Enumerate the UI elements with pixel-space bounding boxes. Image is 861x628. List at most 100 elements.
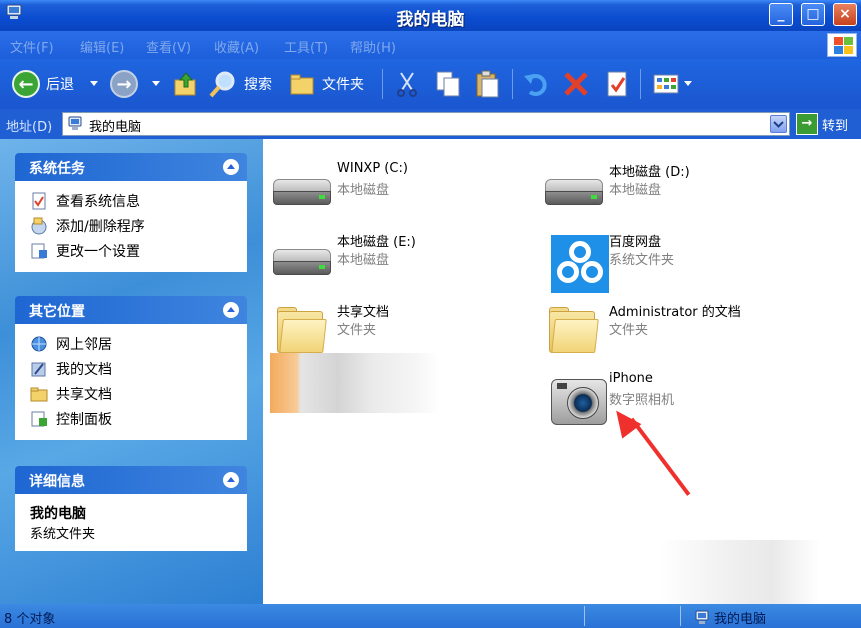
menu-help[interactable]: 帮助(H) [350, 37, 396, 56]
address-input[interactable]: 我的电脑 [62, 112, 790, 136]
details-title: 详细信息 [29, 474, 85, 490]
item-name: 本地磁盘 (E:) [337, 235, 416, 250]
search-icon [209, 71, 235, 98]
task-label: 查看系统信息 [56, 193, 140, 210]
up-folder-button[interactable] [172, 67, 200, 101]
back-button[interactable]: ← 后退 [12, 67, 74, 101]
task-change-setting[interactable]: 更改一个设置 [30, 238, 246, 263]
details-header[interactable]: 详细信息 [15, 466, 247, 494]
iphone-camera[interactable]: iPhone 数字照相机 [538, 367, 798, 431]
toolbar: ← 后退 → 搜索 文件夹 [0, 59, 861, 109]
place-label: 控制面板 [56, 411, 112, 428]
details-panel: 详细信息 我的电脑 系统文件夹 [15, 466, 247, 551]
go-label: 转到 [822, 118, 849, 134]
undo-icon [524, 74, 547, 96]
maximize-button[interactable]: □ [801, 3, 825, 26]
place-network[interactable]: 网上邻居 [30, 331, 246, 356]
collapse-chevron-icon[interactable] [223, 159, 239, 175]
menu-tools[interactable]: 工具(T) [284, 37, 328, 56]
menu-favorites[interactable]: 收藏(A) [214, 37, 259, 56]
forward-arrow-icon: → [110, 70, 138, 98]
item-name: 共享文档 [337, 305, 390, 320]
collapse-chevron-icon[interactable] [223, 472, 239, 488]
toolbar-separator [512, 69, 513, 99]
scissors-icon [397, 72, 417, 97]
folders-button[interactable]: 文件夹 [288, 67, 364, 101]
shared-documents-folder[interactable]: 共享文档 文件夹 [266, 297, 526, 361]
status-divider [584, 606, 585, 626]
details-body: 我的电脑 系统文件夹 [15, 494, 247, 551]
drive-e[interactable]: 本地磁盘 (E:) 本地磁盘 [266, 227, 526, 291]
menu-file[interactable]: 文件(F) [10, 37, 54, 56]
item-name: iPhone [609, 371, 653, 386]
redacted-item [270, 353, 440, 413]
system-tasks-list: 查看系统信息 添加/删除程序 更改一个设置 [15, 181, 247, 272]
item-name: Administrator 的文档 [609, 305, 741, 320]
network-places-icon [31, 336, 47, 351]
administrator-documents-folder[interactable]: Administrator 的文档 文件夹 [538, 297, 798, 361]
forward-history-dropdown-icon[interactable] [152, 81, 160, 86]
details-type: 系统文件夹 [30, 527, 96, 542]
properties-button[interactable] [604, 67, 630, 101]
window-title: 我的电脑 [396, 10, 465, 30]
task-label: 添加/删除程序 [56, 218, 145, 235]
toolbar-separator [640, 69, 641, 99]
object-count: 8 个对象 [4, 612, 56, 627]
status-location-label: 我的电脑 [714, 612, 767, 627]
forward-button[interactable]: → [110, 67, 138, 101]
delete-button[interactable] [562, 67, 590, 101]
other-places-header[interactable]: 其它位置 [15, 296, 247, 324]
task-label: 更改一个设置 [56, 243, 140, 260]
views-dropdown-icon[interactable] [684, 81, 692, 86]
menu-view[interactable]: 查看(V) [146, 37, 191, 56]
baidu-netdisk[interactable]: 百度网盘 系统文件夹 [538, 227, 798, 293]
menu-edit[interactable]: 编辑(E) [80, 37, 124, 56]
hard-drive-icon [271, 159, 333, 221]
go-button[interactable]: → 转到 [796, 112, 848, 136]
copy-button[interactable] [434, 67, 462, 101]
search-button[interactable]: 搜索 [208, 67, 272, 101]
folders-label: 文件夹 [322, 77, 364, 93]
undo-button[interactable] [522, 67, 550, 101]
address-bar: 地址(D) 我的电脑 → 转到 [0, 109, 861, 139]
place-label: 我的文档 [56, 361, 112, 378]
place-label: 网上邻居 [56, 336, 112, 353]
address-value: 我的电脑 [89, 120, 142, 135]
item-type: 本地磁盘 [337, 183, 390, 198]
go-arrow-icon: → [796, 113, 818, 135]
place-shared-documents[interactable]: 共享文档 [30, 381, 246, 406]
properties-icon [607, 71, 627, 97]
address-dropdown-button[interactable] [770, 115, 787, 133]
folder-icon [271, 299, 333, 361]
task-view-system-info[interactable]: 查看系统信息 [30, 188, 246, 213]
task-add-remove-programs[interactable]: 添加/删除程序 [30, 213, 246, 238]
up-folder-icon [174, 72, 196, 96]
back-history-dropdown-icon[interactable] [90, 81, 98, 86]
item-type: 数字照相机 [609, 393, 675, 408]
add-remove-programs-icon [31, 217, 47, 234]
folders-icon [290, 74, 314, 95]
change-setting-icon [31, 243, 47, 258]
back-arrow-icon: ← [12, 70, 40, 98]
paste-button[interactable] [474, 67, 502, 101]
collapse-chevron-icon[interactable] [223, 302, 239, 318]
item-type: 本地磁盘 [609, 183, 662, 198]
drive-c[interactable]: WINXP (C:) 本地磁盘 [266, 157, 526, 221]
views-button[interactable] [652, 67, 680, 101]
cut-button[interactable] [394, 67, 420, 101]
status-divider [680, 606, 681, 626]
copy-icon [436, 71, 460, 97]
chevron-down-icon [773, 121, 784, 128]
item-type: 文件夹 [609, 323, 649, 338]
hard-drive-icon [271, 229, 333, 291]
system-tasks-header[interactable]: 系统任务 [15, 153, 247, 181]
place-my-documents[interactable]: 我的文档 [30, 356, 246, 381]
title-bar[interactable]: 我的电脑 _ □ × [0, 0, 861, 31]
minimize-button[interactable]: _ [769, 3, 793, 26]
folder-icon [543, 299, 605, 361]
close-button[interactable]: × [833, 3, 857, 26]
drive-d[interactable]: 本地磁盘 (D:) 本地磁盘 [538, 157, 798, 221]
place-control-panel[interactable]: 控制面板 [30, 406, 246, 431]
system-tasks-title: 系统任务 [29, 161, 85, 177]
details-name: 我的电脑 [30, 506, 86, 522]
